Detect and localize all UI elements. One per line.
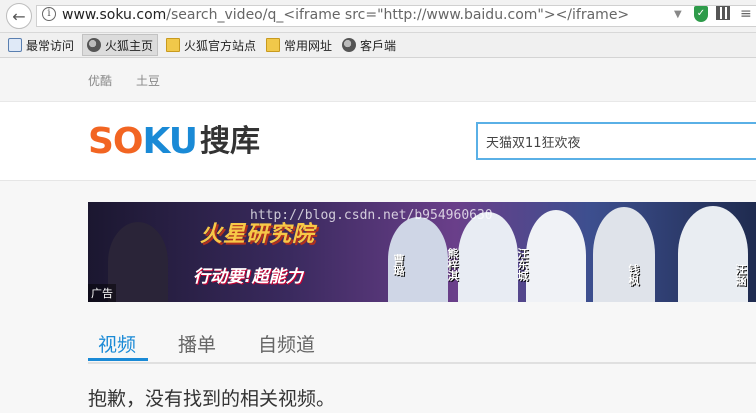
link-tudou[interactable]: 土豆 bbox=[136, 72, 160, 89]
search-icon bbox=[8, 38, 22, 52]
site-top-links: 优酷 土豆 bbox=[0, 58, 756, 102]
bookmark-firefox-home[interactable]: 火狐主页 bbox=[82, 34, 159, 56]
bookmark-label: 常用网址 bbox=[284, 38, 333, 53]
globe-icon bbox=[87, 38, 101, 52]
banner-cast-name: 钱枫 bbox=[627, 264, 640, 286]
banner-figure bbox=[678, 206, 748, 302]
banner-figure bbox=[526, 210, 586, 302]
logo-so: SO bbox=[88, 121, 144, 162]
bookmark-label: 火狐主页 bbox=[105, 38, 154, 53]
search-input[interactable] bbox=[476, 122, 756, 160]
banner-slogan: 行动要!超能力 bbox=[193, 267, 303, 287]
logo-chinese: 搜库 bbox=[200, 124, 260, 159]
tab-playlist[interactable]: 播单 bbox=[178, 330, 216, 357]
folder-icon bbox=[166, 38, 180, 52]
watermark-text: http://blog.csdn.net/b954960630 bbox=[250, 208, 493, 223]
globe-icon bbox=[342, 38, 356, 52]
banner-cast-name: 熊梓淇 bbox=[446, 248, 459, 281]
bookmarks-bar: 最常访问 火狐主页 火狐官方站点 常用网址 客戶端 bbox=[0, 33, 756, 58]
banner-cast-name: 曹璐 bbox=[392, 254, 405, 276]
info-icon[interactable]: i bbox=[42, 7, 56, 21]
url-host: www.soku.com bbox=[62, 7, 167, 23]
back-arrow-icon[interactable]: ← bbox=[6, 3, 32, 29]
ad-banner[interactable]: 火星研究院 行动要!超能力 曹璐 熊梓淇 汪东城 钱枫 汪涵 http://bl… bbox=[88, 202, 756, 302]
soku-logo[interactable]: SOKU bbox=[88, 121, 198, 162]
site-header: SOKU 搜库 bbox=[0, 102, 756, 181]
bookmark-label: 火狐官方站点 bbox=[184, 38, 257, 53]
active-tab-indicator bbox=[88, 358, 148, 361]
bookmark-common-sites[interactable]: 常用网址 bbox=[266, 33, 332, 57]
banner-cast-name: 汪涵 bbox=[734, 264, 747, 286]
bookmark-client[interactable]: 客戶端 bbox=[342, 33, 396, 57]
banner-figure bbox=[458, 212, 518, 302]
bookmark-most-visited[interactable]: 最常访问 bbox=[8, 33, 74, 57]
logo-ku: KU bbox=[142, 121, 198, 162]
bookmark-firefox-official[interactable]: 火狐官方站点 bbox=[166, 33, 256, 57]
url-text[interactable]: www.soku.com/search_video/q_<iframe src=… bbox=[62, 6, 629, 24]
bookmark-label: 最常访问 bbox=[26, 38, 75, 53]
bookmark-label: 客戶端 bbox=[360, 38, 397, 53]
link-youku[interactable]: 优酷 bbox=[88, 72, 112, 89]
folder-icon bbox=[266, 38, 280, 52]
result-tabs: 视频 播单 自频道 bbox=[88, 320, 756, 364]
banner-figure bbox=[593, 207, 655, 302]
no-result-message: 抱歉，没有找到的相关视频。 bbox=[88, 388, 336, 410]
qr-code-icon[interactable] bbox=[716, 6, 730, 20]
shield-check-icon[interactable]: ✓ bbox=[694, 6, 708, 22]
chevron-down-icon[interactable]: ▼ bbox=[674, 9, 682, 20]
tab-channel[interactable]: 自频道 bbox=[258, 330, 315, 357]
ad-label: 广告 bbox=[88, 284, 116, 302]
banner-cast-name: 汪东城 bbox=[516, 248, 529, 281]
url-path: /search_video/q_<iframe src="http://www.… bbox=[166, 7, 630, 23]
browser-url-bar: ← i www.soku.com/search_video/q_<iframe … bbox=[0, 0, 756, 33]
banner-figure bbox=[108, 222, 168, 302]
menu-icon[interactable]: ≡ bbox=[740, 6, 756, 22]
tab-video[interactable]: 视频 bbox=[98, 330, 136, 357]
